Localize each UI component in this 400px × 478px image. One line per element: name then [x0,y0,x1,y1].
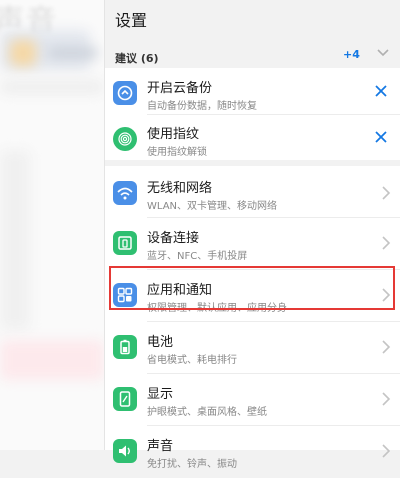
settings-item-label: 应用和通知 [147,283,213,298]
settings-item-subtitle: 省电模式、耗电排行 [147,355,237,366]
close-icon[interactable] [374,84,388,98]
settings-item-wireless-network[interactable]: 无线和网络 WLAN、双卡管理、移动网络 [105,168,400,220]
settings-item-subtitle: WLAN、双卡管理、移动网络 [147,201,278,212]
settings-item-battery[interactable]: 电池 省电模式、耗电排行 [105,322,400,374]
suggestion-subtitle: 自动备份数据，随时恢复 [147,101,257,112]
page-title: 设置 [115,11,148,30]
settings-item-device-connection[interactable]: 设备连接 蓝牙、NFC、手机投屏 [105,218,400,270]
settings-item-label: 显示 [147,387,174,402]
settings-item-subtitle: 权限管理、默认应用、应用分身 [147,303,287,314]
suggestion-item-fingerprint[interactable]: 使用指纹 使用指纹解锁 [105,114,400,166]
suggestions-more-count[interactable]: +4 [343,48,360,61]
blurred-list [0,150,30,330]
settings-item-sound[interactable]: 声音 免打扰、铃声、振动 [105,426,400,478]
settings-item-display[interactable]: 显示 护眼模式、桌面风格、壁纸 [105,374,400,426]
chevron-right-icon [382,444,391,458]
chevron-right-icon [382,340,391,354]
chevron-right-icon [382,392,391,406]
chevron-right-icon [382,288,391,302]
close-icon[interactable] [374,130,388,144]
fingerprint-icon [113,127,137,151]
chevron-down-icon[interactable] [375,46,391,60]
background-app: 声音 [0,0,104,450]
display-icon [113,387,137,411]
settings-item-label: 声音 [147,439,174,454]
chevron-right-icon [382,186,391,200]
settings-item-label: 无线和网络 [147,181,213,196]
blurred-thumbnail [10,40,36,66]
settings-item-subtitle: 护眼模式、桌面风格、壁纸 [147,407,267,418]
suggestion-label: 开启云备份 [147,81,213,96]
suggestion-label: 使用指纹 [147,127,200,142]
settings-item-subtitle: 蓝牙、NFC、手机投屏 [147,251,248,262]
settings-item-label: 设备连接 [147,231,200,246]
battery-icon [113,335,137,359]
suggestion-subtitle: 使用指纹解锁 [147,147,207,158]
sound-icon [113,439,137,463]
suggestions-card: 开启云备份 自动备份数据，随时恢复 使用指纹 使用指纹解锁 [105,68,400,160]
wifi-icon [113,181,137,205]
blurred-row [0,80,104,94]
settings-panel: 设置 建议 (6) +4 开启云备份 自动备份数据，随时恢复 使用指纹 使用指纹… [104,0,400,470]
settings-list: 无线和网络 WLAN、双卡管理、移动网络 设备连接 蓝牙、NFC、手机投屏 应用… [105,166,400,470]
settings-item-label: 电池 [147,335,174,350]
device-connection-icon [113,231,137,255]
suggestions-header: 建议 (6) [115,52,159,65]
suggestion-item-cloud-backup[interactable]: 开启云备份 自动备份数据，随时恢复 [105,68,400,120]
chevron-right-icon [382,236,391,250]
apps-icon [113,283,137,307]
cloud-backup-icon [113,81,137,105]
settings-item-apps-notifications[interactable]: 应用和通知 权限管理、默认应用、应用分身 [105,270,400,322]
settings-item-subtitle: 免打扰、铃声、振动 [147,459,237,470]
blurred-text [48,48,98,58]
blurred-pink-block [0,340,104,380]
